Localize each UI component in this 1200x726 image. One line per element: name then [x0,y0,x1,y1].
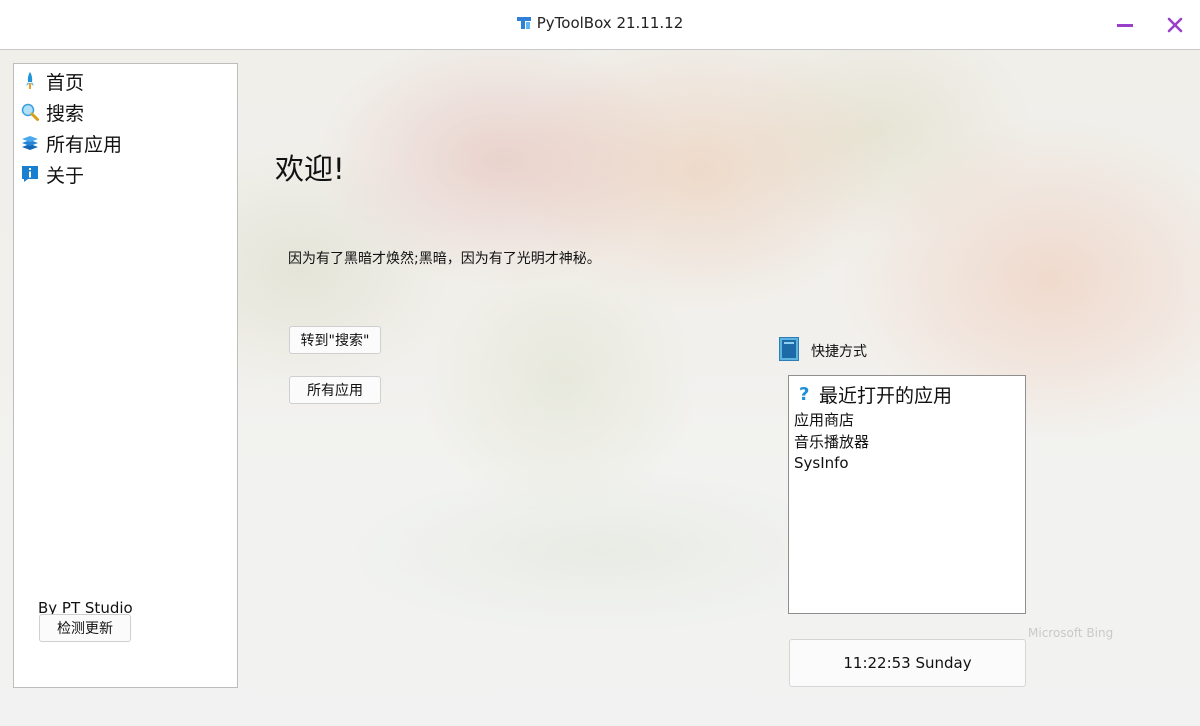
window-title: PyToolBox 21.11.12 [536,14,684,32]
shortcuts-label: 快捷方式 [811,344,867,360]
app-logo-icon [516,16,531,34]
sidebar-item-home[interactable]: 首页 [20,68,84,94]
list-item-app-store[interactable]: 应用商店 [794,409,854,430]
all-apps-button[interactable]: 所有应用 [289,376,381,404]
recent-apps-header-label: 最近打开的应用 [819,385,953,407]
quote-text: 因为有了黑暗才焕然;黑暗，因为有了光明才神秘。 [288,251,601,267]
main-content: 首页 搜索 所有应用 关于 By PT Studio 检测更新 欢迎! 因为有了… [0,50,1200,726]
clock-display: 11:22:53 Sunday [789,639,1026,687]
list-item-music-player[interactable]: 音乐播放器 [794,431,869,452]
question-icon: ? [797,383,813,407]
sidebar-item-label: 所有应用 [46,133,123,156]
bing-watermark: Microsoft Bing [1028,626,1114,640]
welcome-heading: 欢迎! [275,152,345,186]
check-update-button[interactable]: 检测更新 [39,614,131,642]
window-title-area: PyToolBox 21.11.12 [0,14,1200,34]
rocket-icon [20,71,40,91]
recent-apps-header: ? 最近打开的应用 [797,381,952,408]
minimize-button[interactable] [1112,12,1138,38]
minimize-icon [1117,24,1133,27]
close-button[interactable] [1162,12,1188,38]
sidebar-item-label: 首页 [46,71,85,94]
sidebar-item-label: 搜索 [46,102,85,125]
recent-apps-list[interactable]: ? 最近打开的应用 应用商店 音乐播放器 SysInfo [788,375,1026,614]
sidebar-item-about[interactable]: 关于 [20,161,84,187]
sidebar-item-search[interactable]: 搜索 [20,99,84,125]
shortcut-panel-icon [779,337,799,365]
magnifier-icon [20,102,40,122]
goto-search-button[interactable]: 转到"搜索" [289,326,381,354]
info-icon [20,164,40,184]
close-icon [1167,17,1183,33]
sidebar-item-all-apps[interactable]: 所有应用 [20,130,122,156]
sidebar-item-label: 关于 [46,164,85,187]
title-bar: PyToolBox 21.11.12 [0,0,1200,50]
list-item-sysinfo[interactable]: SysInfo [794,454,849,472]
sidebar: 首页 搜索 所有应用 关于 By PT Studio 检测更新 [13,63,238,688]
layers-icon [20,133,40,153]
shortcuts-header: 快捷方式 [779,337,867,365]
svg-text:?: ? [799,384,809,403]
